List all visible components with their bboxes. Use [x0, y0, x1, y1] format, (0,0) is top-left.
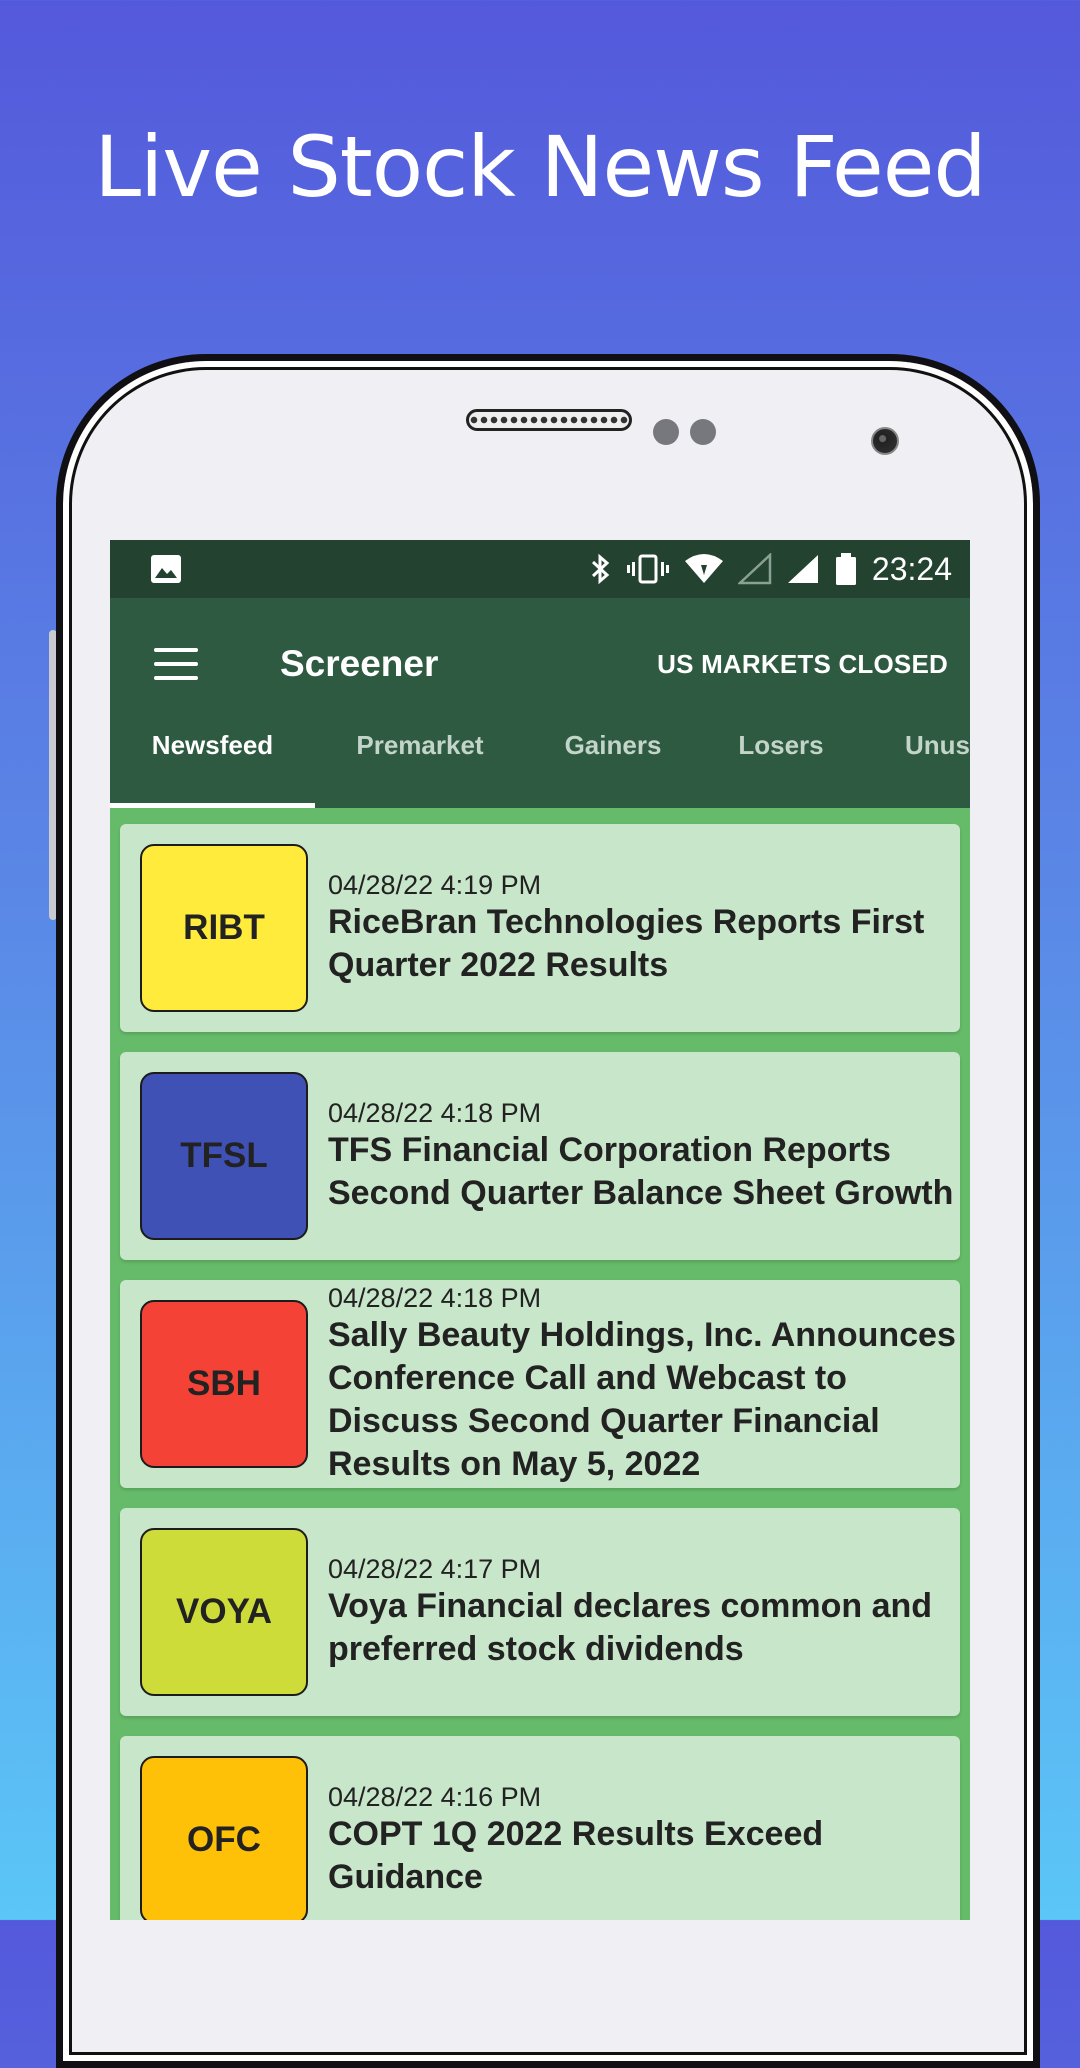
news-card-text: 04/28/22 4:16 PM COPT 1Q 2022 Results Ex…: [328, 1782, 960, 1899]
ticker-badge: RIBT: [140, 844, 308, 1012]
phone-sensor: [653, 419, 679, 445]
news-headline: Voya Financial declares common and prefe…: [328, 1586, 933, 1668]
ticker-badge: SBH: [140, 1300, 308, 1468]
news-card-text: 04/28/22 4:19 PM RiceBran Technologies R…: [328, 870, 960, 987]
status-bar: 23:24: [110, 540, 970, 598]
wifi-icon: [684, 553, 724, 585]
news-card-text: 04/28/22 4:18 PM TFS Financial Corporati…: [328, 1098, 960, 1215]
ticker-badge: OFC: [140, 1756, 308, 1920]
status-time: 23:24: [871, 550, 952, 587]
tab-losers[interactable]: Losers: [701, 730, 861, 788]
news-timestamp: 04/28/22 4:19 PM: [328, 869, 542, 900]
news-headline: COPT 1Q 2022 Results Exceed Guidance: [328, 1814, 824, 1896]
news-card[interactable]: SBH 04/28/22 4:18 PM Sally Beauty Holdin…: [120, 1280, 960, 1488]
news-card[interactable]: TFSL 04/28/22 4:18 PM TFS Financial Corp…: [120, 1052, 960, 1260]
news-card-text: 04/28/22 4:17 PM Voya Financial declares…: [328, 1554, 960, 1671]
news-card-text: 04/28/22 4:18 PM Sally Beauty Holdings, …: [328, 1283, 960, 1486]
signal-empty-icon: [737, 553, 772, 585]
news-headline: RiceBran Technologies Reports First Quar…: [328, 902, 925, 984]
image-icon: [150, 554, 182, 584]
phone-camera: [871, 427, 899, 455]
news-headline: Sally Beauty Holdings, Inc. Announces Co…: [328, 1315, 956, 1483]
news-timestamp: 04/28/22 4:18 PM: [328, 1097, 542, 1128]
tab-premarket[interactable]: Premarket: [315, 730, 525, 788]
ticker-badge: VOYA: [140, 1528, 308, 1696]
news-card[interactable]: RIBT 04/28/22 4:19 PM RiceBran Technolog…: [120, 824, 960, 1032]
market-status-label: US MARKETS CLOSED: [657, 648, 948, 679]
news-headline: TFS Financial Corporation Reports Second…: [328, 1130, 954, 1212]
tab-bar: Newsfeed Premarket Gainers Losers Unus: [110, 730, 970, 808]
bluetooth-icon: [590, 553, 612, 585]
tab-gainers[interactable]: Gainers: [525, 730, 701, 788]
news-card[interactable]: VOYA 04/28/22 4:17 PM Voya Financial dec…: [120, 1508, 960, 1716]
battery-icon: [834, 552, 858, 586]
app-bar: Screener US MARKETS CLOSED: [110, 598, 970, 730]
news-card[interactable]: OFC 04/28/22 4:16 PM COPT 1Q 2022 Result…: [120, 1736, 960, 1920]
hamburger-menu-icon[interactable]: [154, 648, 198, 680]
vibrate-icon: [626, 553, 670, 585]
news-timestamp: 04/28/22 4:18 PM: [328, 1282, 542, 1313]
phone-speaker: [466, 409, 632, 431]
active-tab-indicator: [110, 803, 315, 808]
news-feed-list[interactable]: RIBT 04/28/22 4:19 PM RiceBran Technolog…: [110, 808, 970, 1920]
news-timestamp: 04/28/22 4:16 PM: [328, 1781, 542, 1812]
app-screen: 23:24 Screener US MARKETS CLOSED Newsfee…: [110, 540, 970, 1920]
tab-newsfeed[interactable]: Newsfeed: [110, 730, 315, 788]
tab-unusual[interactable]: Unus: [861, 730, 970, 788]
promo-headline: Live Stock News Feed: [94, 118, 987, 216]
phone-sensor: [690, 419, 716, 445]
app-title: Screener: [280, 643, 439, 684]
ticker-badge: TFSL: [140, 1072, 308, 1240]
signal-icon: [786, 553, 820, 585]
news-timestamp: 04/28/22 4:17 PM: [328, 1553, 542, 1584]
